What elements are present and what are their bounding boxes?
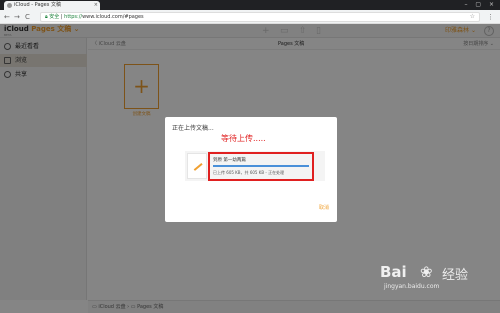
url-protocol: https:// [64, 14, 83, 20]
browser-tab-bar: iCloud - Pages 文稿 × – ▢ × [0, 0, 500, 10]
upload-progress-fill [213, 165, 309, 167]
back-arrow-icon[interactable]: ← [4, 12, 10, 22]
forward-arrow-icon[interactable]: → [14, 12, 20, 22]
upload-status-text: 已上传 605 KB，共 605 KB - 正在处理 [213, 170, 285, 175]
watermark-jingyan: 经验 [442, 268, 469, 283]
baidu-jingyan-watermark: Bai ❀ 经验 jingyan.baidu.com [380, 263, 496, 303]
tab-close-icon[interactable]: × [94, 1, 98, 10]
upload-dialog: 正在上传文稿... 等待上传..... 到原 第一幼两篇 已上传 605 KB，… [165, 117, 337, 222]
watermark-url: jingyan.baidu.com [384, 283, 440, 290]
reload-icon[interactable]: C [25, 12, 30, 22]
favicon-icon [7, 3, 12, 8]
window-controls[interactable]: – ▢ × [464, 1, 497, 9]
secure-label: 安全 [49, 14, 60, 20]
browser-menu-icon[interactable]: ⋮ [487, 12, 494, 22]
document-thumbnail-icon [187, 153, 207, 179]
paw-icon: ❀ [420, 263, 433, 281]
watermark-brand: Bai [380, 263, 407, 281]
annotation-text: 等待上传..... [221, 134, 266, 143]
bookmark-star-icon[interactable]: ☆ [470, 13, 475, 21]
browser-tab[interactable]: iCloud - Pages 文稿 × [4, 1, 100, 10]
dialog-title: 正在上传文稿... [172, 125, 214, 132]
tab-title: iCloud - Pages 文稿 [14, 2, 61, 8]
address-bar[interactable]: 🔒︎ 安全 | https://www.icloud.com/#pages ☆ [40, 12, 480, 22]
cancel-button[interactable]: 取消 [319, 204, 329, 211]
upload-file-name: 到原 第一幼两篇 [213, 158, 246, 163]
browser-toolbar: ← → C 🔒︎ 安全 | https://www.icloud.com/#pa… [0, 10, 500, 24]
pencil-stroke [193, 162, 203, 171]
upload-progress-bar [213, 165, 309, 167]
url-text: www.icloud.com/#pages [82, 14, 144, 20]
lock-icon: 🔒︎ [45, 14, 48, 20]
